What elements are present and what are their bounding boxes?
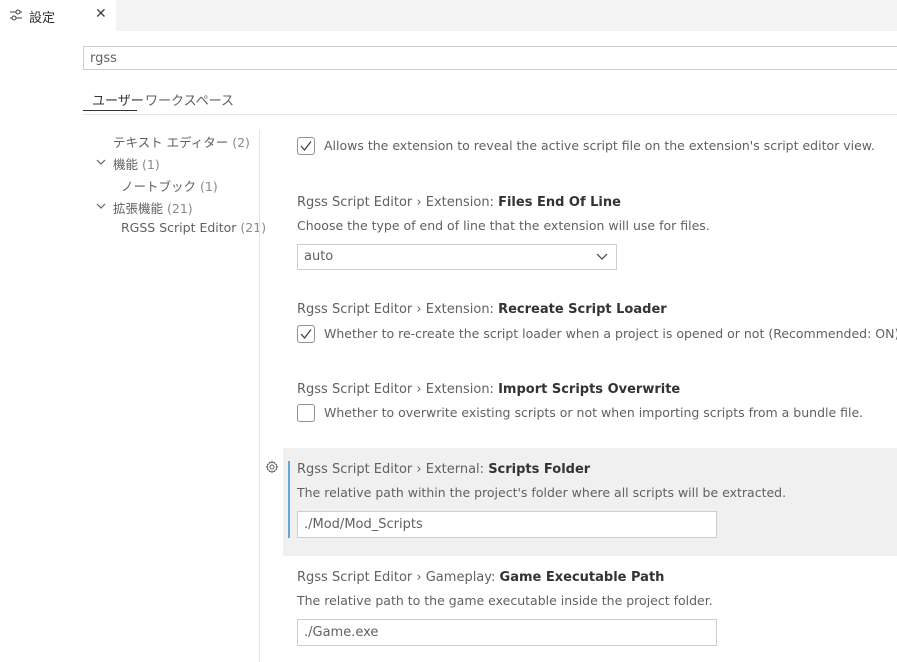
toc-item-notebook[interactable]: ノートブック (1) (121, 176, 218, 195)
gear-icon[interactable] (265, 460, 279, 474)
setting-title-exe: Rgss Script Editor › Gameplay: Game Exec… (297, 570, 664, 585)
scripts-folder-input[interactable] (297, 511, 717, 538)
toc-label: テキスト エディター (113, 135, 229, 150)
chevron-down-icon[interactable] (96, 157, 106, 167)
setting-description: Whether to re-create the script loader w… (324, 326, 897, 341)
setting-description: The relative path to the game executable… (297, 593, 713, 608)
toc-count: (1) (142, 157, 160, 172)
check-icon (300, 141, 312, 152)
tab-title: 設定 (29, 11, 56, 26)
setting-prefix: Rgss Script Editor › External: (297, 462, 489, 477)
overwrite-checkbox[interactable] (297, 404, 315, 422)
toc-label: 拡張機能 (113, 201, 164, 216)
eol-select[interactable]: auto (297, 244, 617, 270)
setting-prefix: Rgss Script Editor › Extension: (297, 195, 499, 210)
chevron-down-icon[interactable] (96, 201, 106, 211)
toc-item-extensions[interactable]: 拡張機能 (21) (113, 198, 193, 217)
setting-prefix: Rgss Script Editor › Extension: (297, 382, 499, 397)
toc-item-rgss-script-editor[interactable]: RGSS Script Editor (21) (121, 220, 266, 235)
scope-divider (83, 114, 897, 115)
toc-count: (2) (232, 135, 250, 150)
toc-divider (259, 130, 260, 662)
toc-count: (1) (200, 179, 218, 194)
setting-name: Scripts Folder (488, 462, 591, 477)
toc-count: (21) (167, 201, 193, 216)
setting-name: Import Scripts Overwrite (498, 382, 681, 397)
toc-item-features[interactable]: 機能 (1) (113, 154, 160, 173)
tab-workspace[interactable]: ワークスペース (145, 90, 234, 109)
setting-title-recreate: Rgss Script Editor › Extension: Recreate… (297, 302, 667, 317)
setting-description: Choose the type of end of line that the … (297, 218, 710, 233)
focus-indicator (288, 461, 290, 538)
setting-title-eol: Rgss Script Editor › Extension: Files En… (297, 195, 621, 210)
toc-label: 機能 (113, 157, 139, 172)
toc-count: (21) (240, 220, 267, 235)
setting-title-folder: Rgss Script Editor › External: Scripts F… (297, 462, 590, 477)
editor-tab-bar: 設定 ✕ (0, 0, 897, 31)
toc-item-text-editor[interactable]: テキスト エディター (2) (113, 132, 250, 151)
setting-prefix: Rgss Script Editor › Extension: (297, 302, 499, 317)
recreate-checkbox[interactable] (297, 325, 315, 343)
settings-search-input[interactable] (83, 46, 897, 70)
toc-label: ノートブック (121, 179, 197, 194)
check-icon (300, 329, 312, 340)
active-tab-underline (83, 110, 137, 111)
game-executable-input[interactable] (297, 619, 717, 646)
close-icon[interactable]: ✕ (95, 6, 107, 22)
tab-user[interactable]: ユーザー (92, 90, 144, 109)
settings-sliders-icon (10, 9, 22, 21)
select-value: auto (304, 249, 334, 264)
toc-label: RGSS Script Editor (121, 220, 237, 235)
reveal-checkbox[interactable] (297, 137, 315, 155)
setting-title-overwrite: Rgss Script Editor › Extension: Import S… (297, 382, 680, 397)
setting-description: The relative path within the project's f… (297, 485, 787, 500)
setting-description: Whether to overwrite existing scripts or… (324, 405, 864, 420)
setting-description: Allows the extension to reveal the activ… (324, 138, 875, 153)
setting-name: Recreate Script Loader (498, 302, 667, 317)
setting-name: Game Executable Path (499, 570, 665, 585)
chevron-down-icon (596, 253, 608, 260)
settings-tab[interactable]: 設定 ✕ (0, 0, 116, 31)
setting-name: Files End Of Line (498, 195, 621, 210)
setting-prefix: Rgss Script Editor › Gameplay: (297, 570, 500, 585)
